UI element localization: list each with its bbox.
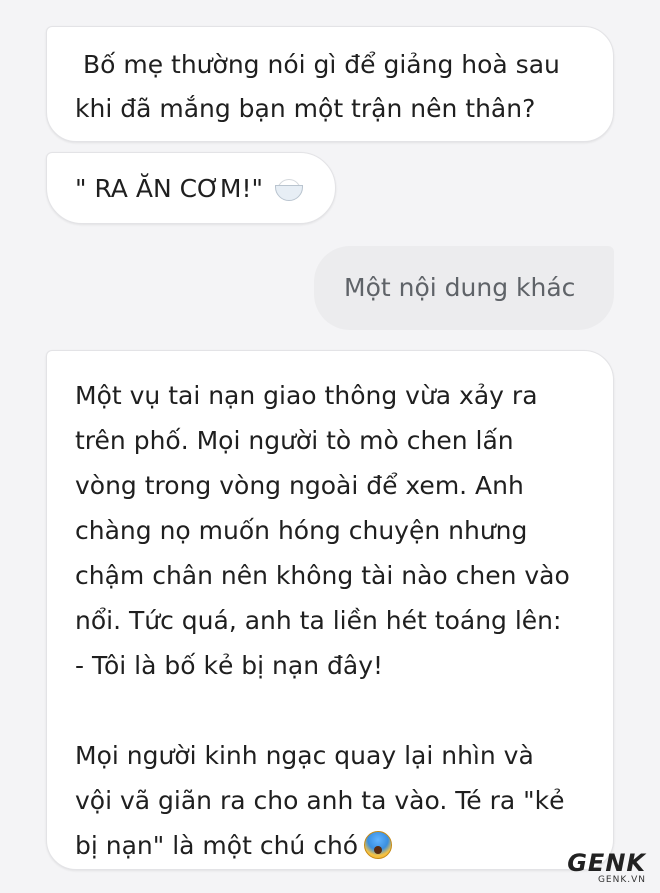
assistant-message-bubble: Một vụ tai nạn giao thông vừa xảy ra trê… (46, 350, 614, 870)
chat-thread: Bố mẹ thường nói gì để giảng hoà sau khi… (0, 0, 660, 893)
rice-bowl-icon (273, 177, 303, 201)
assistant-message-bubble: " RA ĂN CƠM!" (46, 152, 336, 224)
watermark: GENK GENK.VN (567, 851, 646, 885)
assistant-message-bubble: Bố mẹ thường nói gì để giảng hoà sau khi… (46, 26, 614, 142)
message-text: Bố mẹ thường nói gì để giảng hoà sau khi… (75, 50, 560, 123)
message-text: " RA ĂN CƠM!" (75, 174, 263, 203)
suggestion-chip-another-content[interactable]: Một nội dung khác (314, 246, 614, 330)
message-text: Một vụ tai nạn giao thông vừa xảy ra trê… (75, 381, 570, 860)
face-screaming-in-fear-icon (364, 831, 393, 859)
watermark-logo: GENK (567, 849, 646, 877)
suggestion-text: Một nội dung khác (344, 273, 576, 302)
